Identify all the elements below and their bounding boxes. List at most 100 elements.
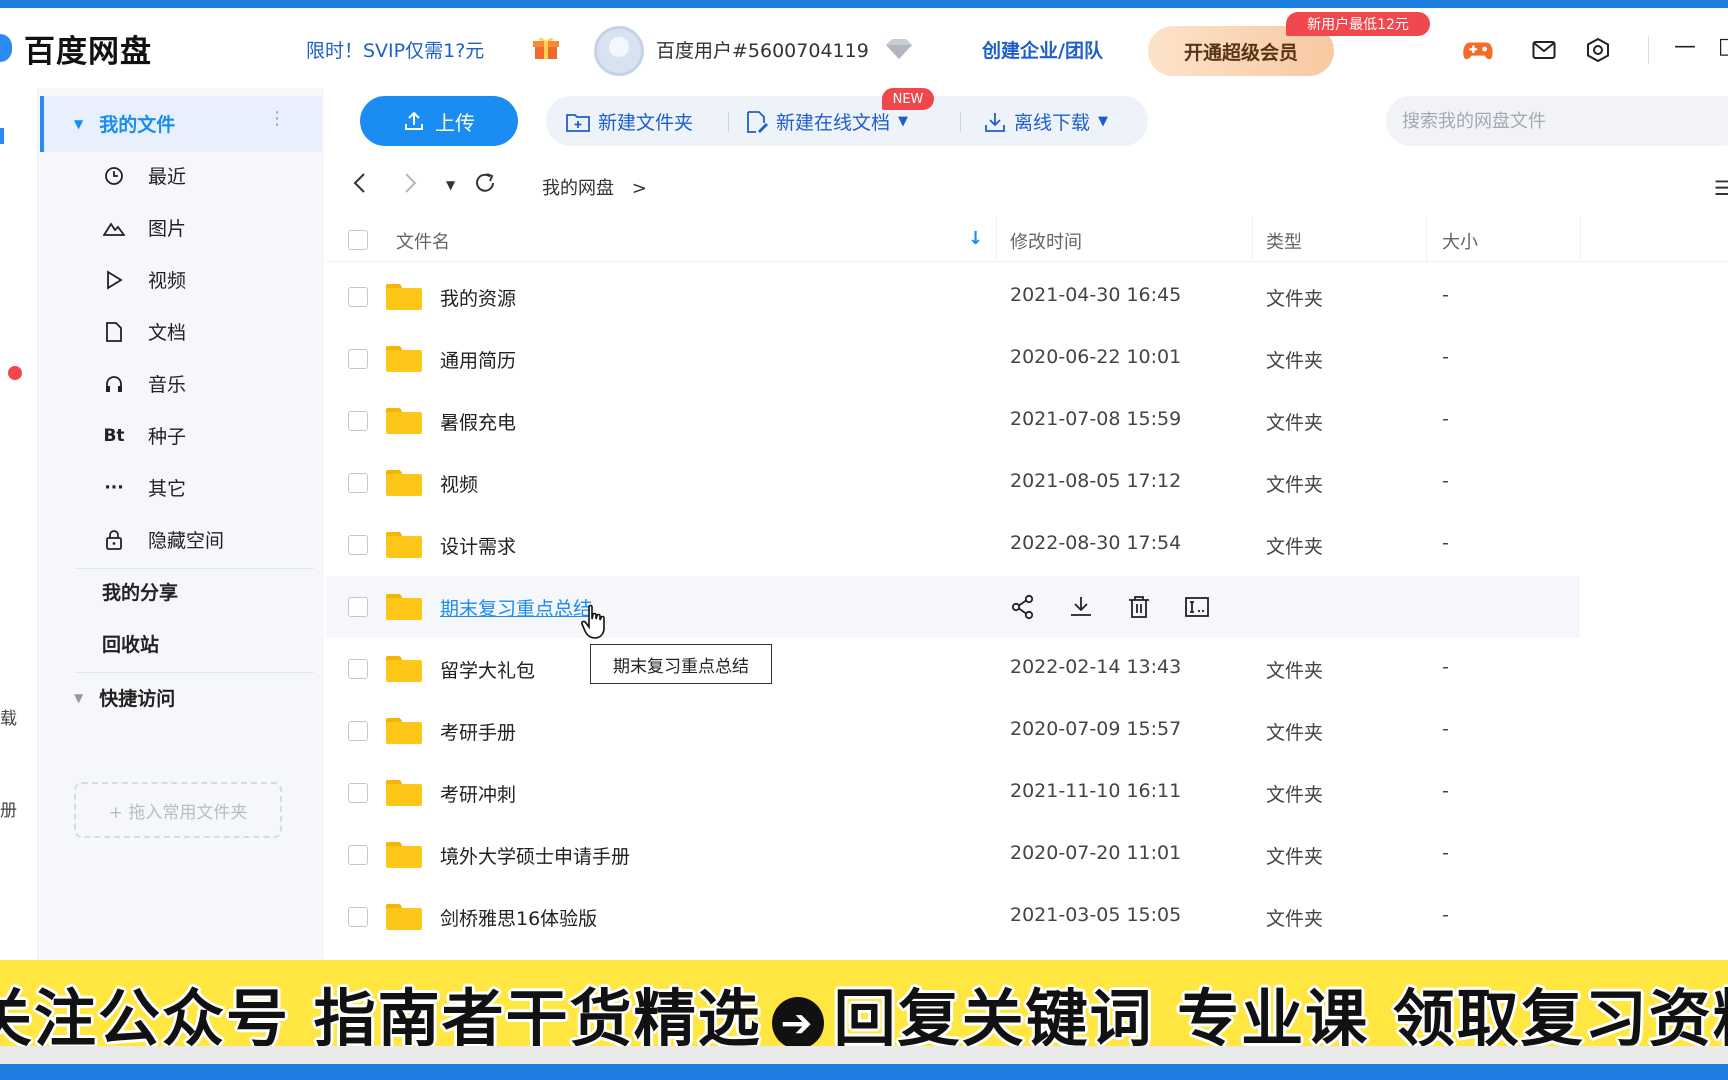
file-name[interactable]: 考研冲刺 [440,780,516,807]
new-folder-button[interactable]: 新建文件夹 [566,108,693,135]
column-header-modified[interactable]: 修改时间 [1010,228,1082,254]
document-icon [102,320,126,344]
row-checkbox[interactable] [348,411,368,431]
row-checkbox[interactable] [348,473,368,493]
arrow-right-icon: ➔ [771,996,824,1046]
table-row[interactable]: 考研手册 2020-07-09 15:57 文件夹 - [326,700,1580,762]
table-row[interactable]: 设计需求 2022-08-30 17:54 文件夹 - [326,514,1580,576]
row-checkbox[interactable] [348,907,368,927]
back-icon[interactable] [352,172,366,200]
refresh-icon[interactable] [474,172,498,200]
table-row-hovered[interactable]: 期末复习重点总结 [326,576,1580,638]
banner-part-2: 回复关键词 专业课 领取复习资料 [833,982,1728,1046]
app-logo[interactable]: 百度网盘 [0,28,152,70]
more-vertical-icon[interactable]: ⋮ [268,108,286,129]
sidebar-item-hidden-space[interactable]: 隐藏空间 [102,526,224,553]
folder-icon [386,284,422,310]
quick-access-drop-zone[interactable]: + 拖入常用文件夹 [74,782,282,838]
row-checkbox[interactable] [348,597,368,617]
lock-icon [102,528,126,552]
game-controller-icon[interactable] [1462,36,1494,64]
list-view-icon[interactable]: ☰ [1714,176,1728,200]
file-name[interactable]: 通用简历 [440,346,516,373]
user-name[interactable]: 百度用户#5600704119 [656,36,869,63]
file-name[interactable]: 视频 [440,470,478,497]
gift-icon[interactable] [532,34,560,62]
row-checkbox[interactable] [348,783,368,803]
offline-download-button[interactable]: 离线下载 ▼ [984,108,1108,135]
toolbar-actions: 新建文件夹 新建在线文档 ▼ 离线下载 ▼ [546,96,1148,146]
column-header-type[interactable]: 类型 [1266,228,1302,254]
forward-icon[interactable] [404,172,418,200]
file-name[interactable]: 考研手册 [440,718,516,745]
file-name[interactable]: 留学大礼包 [440,656,535,683]
row-checkbox[interactable] [348,287,368,307]
sort-desc-icon[interactable]: ↓ [968,228,983,249]
file-name[interactable]: 我的资源 [440,284,516,311]
svip-promo-link[interactable]: 限时！SVIP仅需1?元 [306,36,484,63]
rail-label-download[interactable]: 载 [0,704,17,729]
new-online-doc-button[interactable]: 新建在线文档 ▼ [746,108,908,135]
file-size: - [1442,284,1449,306]
row-checkbox[interactable] [348,349,368,369]
offline-download-label: 离线下载 [1014,112,1091,134]
sidebar-my-files-label: 我的文件 [99,114,176,136]
file-name[interactable]: 境外大学硕士申请手册 [440,842,630,869]
file-type: 文件夹 [1266,536,1324,558]
table-row[interactable]: 视频 2021-08-05 17:12 文件夹 - [326,452,1580,514]
select-all-checkbox[interactable] [348,230,368,250]
column-header-size[interactable]: 大小 [1442,228,1478,254]
file-name[interactable]: 剑桥雅思16体验版 [440,904,597,931]
download-icon[interactable] [1068,594,1094,620]
table-row[interactable]: 境外大学硕士申请手册 2020-07-20 11:01 文件夹 - [326,824,1580,886]
file-type: 文件夹 [1266,474,1324,496]
sidebar-item-others[interactable]: ··· 其它 [102,474,186,501]
file-name[interactable]: 期末复习重点总结 [440,594,592,621]
breadcrumb-root[interactable]: 我的网盘 [542,178,614,199]
file-modified: 2021-11-10 16:11 [1010,780,1182,802]
sidebar-item-videos[interactable]: 视频 [102,266,186,293]
column-header-name[interactable]: 文件名 [396,228,450,254]
sidebar-item-recent[interactable]: 最近 [102,162,186,189]
table-row[interactable]: 考研冲刺 2021-11-10 16:11 文件夹 - [326,762,1580,824]
upload-button[interactable]: 上传 [360,96,518,146]
table-row[interactable]: 剑桥雅思16体验版 2021-03-05 15:05 文件夹 - [326,886,1580,948]
rail-label-manual[interactable]: 册 [0,796,17,821]
row-checkbox[interactable] [348,721,368,741]
vip-diamond-icon[interactable] [884,38,914,60]
avatar[interactable] [594,26,644,76]
share-icon[interactable] [1010,594,1036,620]
table-row[interactable]: 我的资源 2021-04-30 16:45 文件夹 - [326,266,1580,328]
file-name[interactable]: 暑假充电 [440,408,516,435]
sidebar-item-recycle-bin[interactable]: 回收站 [102,630,159,657]
column-divider [1426,218,1427,262]
folder-icon [386,718,422,744]
sidebar-item-music[interactable]: 音乐 [102,370,186,397]
create-team-link[interactable]: 创建企业/团队 [982,36,1103,63]
row-checkbox[interactable] [348,659,368,679]
mail-icon[interactable] [1528,36,1560,64]
row-checkbox[interactable] [348,535,368,555]
toolbar-divider [728,112,729,132]
row-checkbox[interactable] [348,845,368,865]
sidebar-my-files-header[interactable]: ▼ 我的文件 [74,110,175,137]
trash-icon[interactable] [1126,594,1152,620]
minimize-icon[interactable]: — [1674,34,1696,59]
file-size: - [1442,408,1449,430]
history-dropdown-icon[interactable]: ▼ [446,178,455,192]
table-row[interactable]: 留学大礼包 2022-02-14 13:43 文件夹 - [326,638,1580,700]
sidebar-item-torrents[interactable]: Bt 种子 [102,422,186,449]
search-input[interactable] [1386,96,1728,146]
file-name[interactable]: 设计需求 [440,532,516,559]
sidebar-item-images[interactable]: 图片 [102,214,186,241]
sidebar-item-label: 我的分享 [102,582,179,604]
rename-icon[interactable] [1184,594,1210,620]
table-row[interactable]: 通用简历 2020-06-22 10:01 文件夹 - [326,328,1580,390]
table-row[interactable]: 暑假充电 2021-07-08 15:59 文件夹 - [326,390,1580,452]
file-size: - [1442,532,1449,554]
sidebar-item-documents[interactable]: 文档 [102,318,186,345]
settings-icon[interactable] [1582,36,1614,64]
sidebar-quick-access[interactable]: ▼ 快捷访问 [74,684,175,711]
maximize-icon[interactable]: □ [1718,34,1728,59]
sidebar-item-my-share[interactable]: 我的分享 [102,578,178,605]
